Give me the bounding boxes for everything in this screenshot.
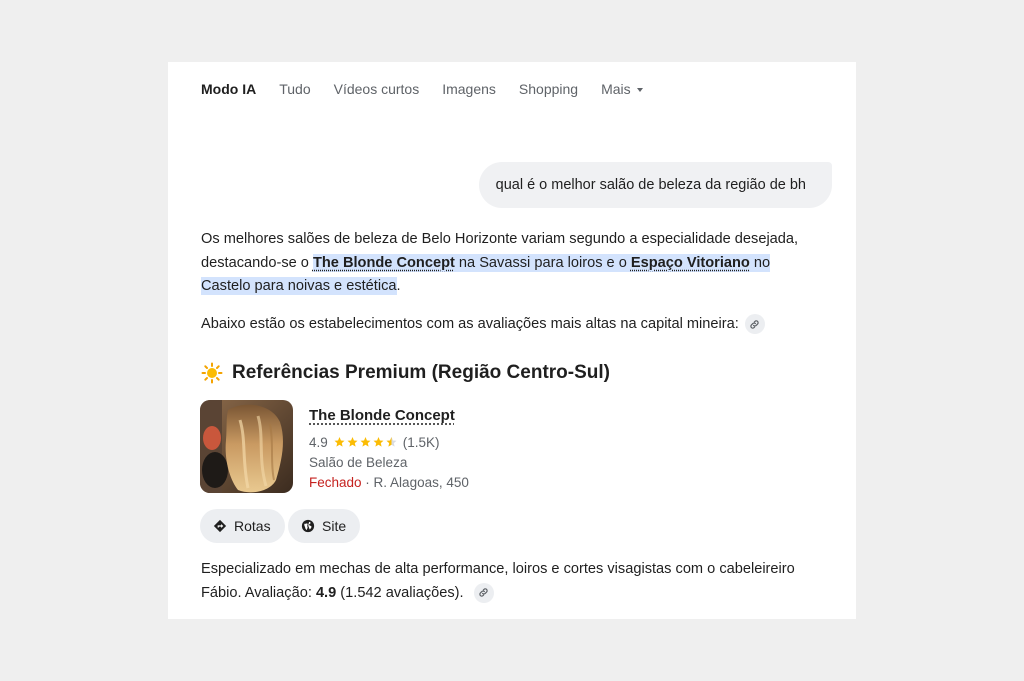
description-rating: 4.9	[315, 584, 337, 601]
tab-more[interactable]: Mais	[601, 81, 643, 97]
answer-paragraph: Os melhores salões de beleza de Belo Hor…	[201, 228, 821, 299]
globe-icon	[301, 519, 315, 533]
link-icon	[750, 319, 759, 329]
description-reviews: (1.542 avaliações).	[336, 584, 464, 601]
tab-ai-mode[interactable]: Modo IA	[201, 81, 256, 97]
user-query-bubble: qual é o melhor salão de beleza da regiã…	[478, 162, 832, 208]
star-half-icon	[386, 437, 397, 447]
search-tabs: Modo IA Tudo Vídeos curtos Imagens Shopp…	[201, 79, 666, 99]
place-rating-row: 4.9 (1.5K)	[309, 432, 469, 452]
source-link-chip[interactable]	[473, 582, 494, 603]
place-status-row: Fechado · R. Alagoas, 450	[309, 472, 469, 492]
caret-down-icon	[636, 87, 643, 92]
place-address: R. Alagoas, 450	[373, 474, 469, 490]
link-espaco-vitoriano[interactable]: Espaço Vitoriano	[631, 255, 750, 271]
section-heading: Referências Premium (Região Centro-Sul)	[201, 362, 610, 384]
place-info: The Blonde Concept 4.9 (1.5K) Salão de B…	[309, 407, 469, 492]
place-review-count: (1.5K)	[402, 434, 440, 450]
directions-button[interactable]: Rotas	[200, 509, 285, 543]
rating-stars	[333, 436, 398, 448]
directions-icon	[213, 519, 227, 533]
tab-shopping[interactable]: Shopping	[519, 81, 578, 97]
directions-label: Rotas	[234, 518, 271, 534]
star-icon	[347, 437, 358, 447]
section-title: Referências Premium (Região Centro-Sul)	[232, 362, 610, 383]
answer-text-mid: na Savassi para loiros e o	[454, 254, 631, 271]
place-status: Fechado	[309, 474, 362, 490]
star-icon	[334, 437, 345, 447]
description-text: Especializado em mechas de alta performa…	[201, 561, 795, 601]
tab-images[interactable]: Imagens	[442, 81, 496, 97]
star-icon	[360, 437, 371, 447]
place-photo[interactable]	[200, 400, 293, 493]
answer-followup-text: Abaixo estão os estabelecimentos com as …	[201, 316, 739, 332]
place-rating: 4.9	[309, 434, 328, 450]
ai-mode-panel: Modo IA Tudo Vídeos curtos Imagens Shopp…	[168, 62, 856, 619]
tab-more-label: Mais	[601, 81, 631, 97]
place-category: Salão de Beleza	[309, 454, 408, 470]
website-button[interactable]: Site	[288, 509, 361, 543]
place-name-link[interactable]: The Blonde Concept	[309, 407, 455, 424]
source-link-chip[interactable]	[744, 314, 765, 334]
tab-short-videos[interactable]: Vídeos curtos	[334, 81, 420, 97]
answer-text-end: .	[396, 278, 401, 294]
place-category-row: Salão de Beleza	[309, 452, 469, 472]
tab-all[interactable]: Tudo	[279, 81, 310, 97]
star-icon	[373, 437, 384, 447]
status-separator: ·	[361, 474, 374, 490]
website-label: Site	[322, 518, 347, 534]
link-the-blonde-concept[interactable]: The Blonde Concept	[313, 255, 455, 271]
sun-icon	[201, 362, 223, 384]
link-icon	[479, 588, 488, 597]
answer-followup: Abaixo estão os estabelecimentos com as …	[201, 314, 765, 334]
place-description: Especializado em mechas de alta performa…	[201, 558, 821, 605]
